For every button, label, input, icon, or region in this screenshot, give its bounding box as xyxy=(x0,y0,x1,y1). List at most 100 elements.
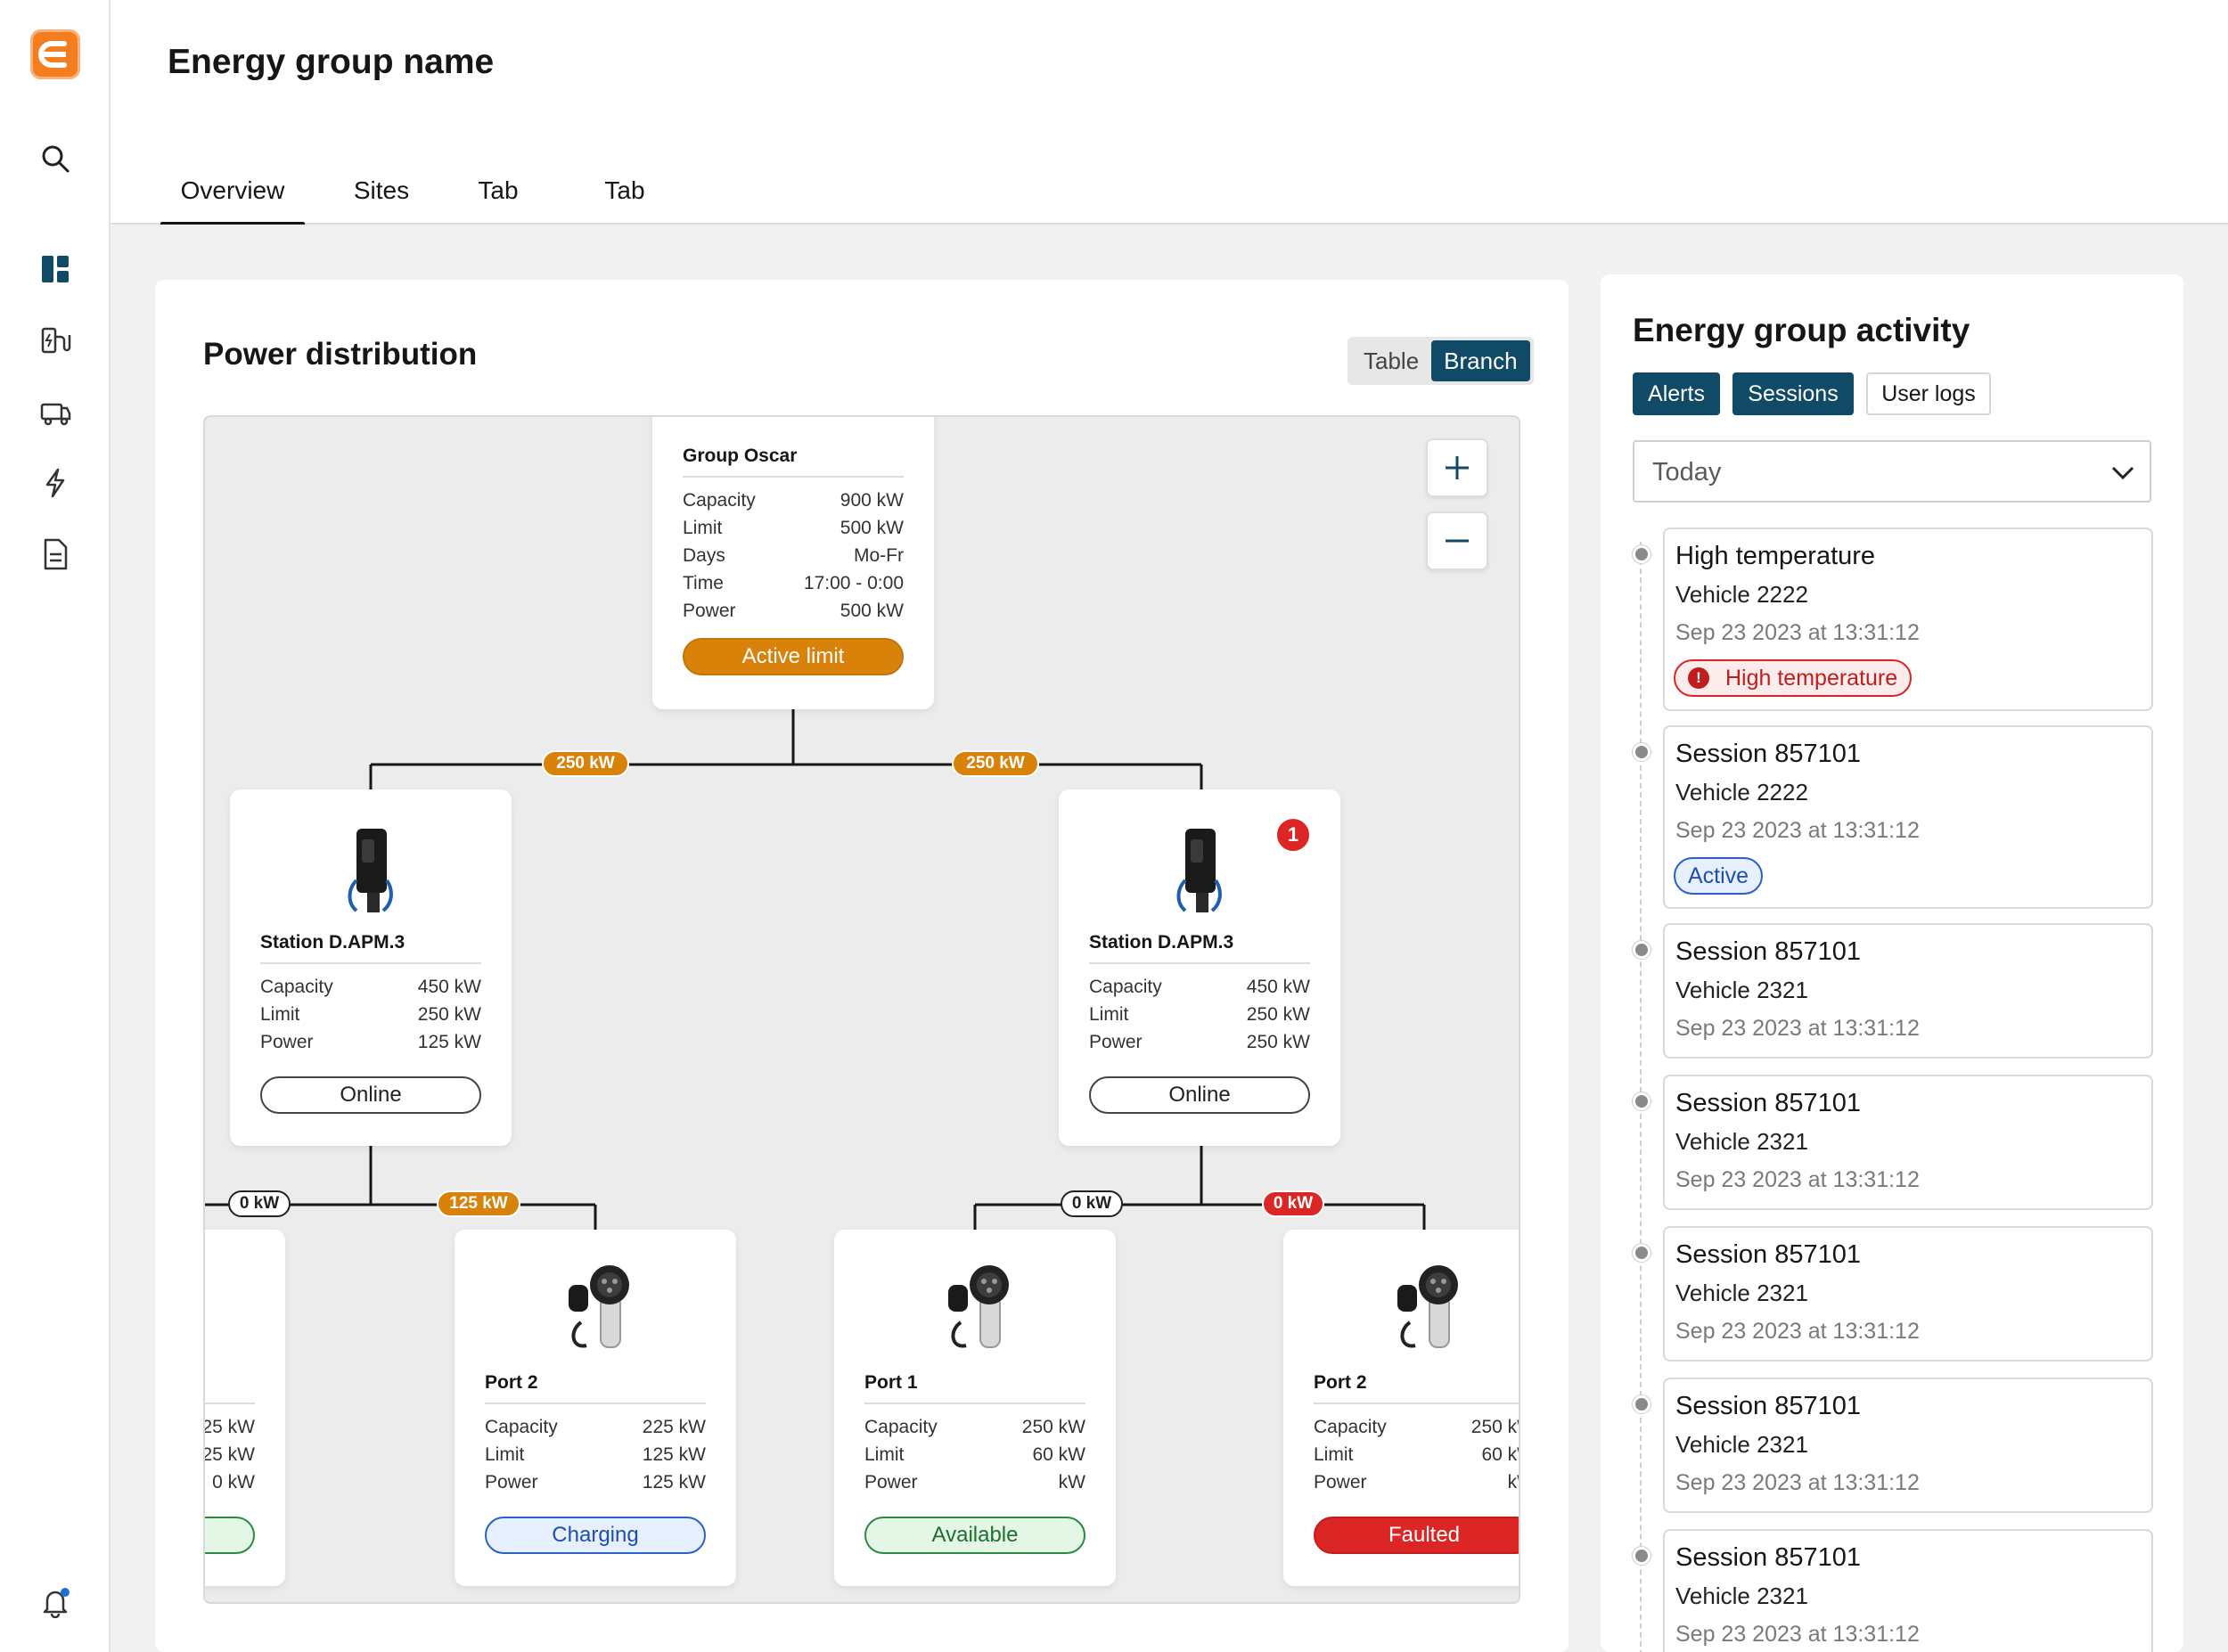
filter-sessions[interactable]: Sessions xyxy=(1732,372,1854,415)
tab-bar: Overview Sites Tab Tab xyxy=(160,157,674,226)
connector-plug-icon xyxy=(948,1265,1009,1348)
station-row-limit: Limit 250 kW xyxy=(260,1004,481,1025)
group-node[interactable]: Group Oscar Capacity 900 kW Limit 500 kW D… xyxy=(652,417,934,709)
charger-icon[interactable] xyxy=(36,321,75,360)
activity-item[interactable]: Session 857101 Vehicle 2321 Sep 23 2023 … xyxy=(1663,1226,2153,1362)
activity-item-title: Session 857101 xyxy=(1675,1392,1861,1420)
activity-item-vehicle: Vehicle 2321 xyxy=(1675,1280,1808,1306)
activity-item-title: Session 857101 xyxy=(1675,937,1861,966)
station-name: Station D.APM.3 xyxy=(260,932,405,953)
port-branch-badge: 125 kW xyxy=(437,1190,520,1217)
divider xyxy=(485,1403,706,1404)
timeline-dot xyxy=(1633,545,1651,563)
group-row-time: Time 17:00 - 0:00 xyxy=(683,573,904,593)
activity-item-time: Sep 23 2023 at 13:31:12 xyxy=(1675,1319,1920,1344)
connector-plug-icon xyxy=(569,1265,629,1348)
document-icon[interactable] xyxy=(36,535,75,574)
station-row-limit: Limit 250 kW xyxy=(1089,1004,1310,1025)
period-select[interactable]: Today xyxy=(1633,440,2151,503)
port-row: 25 kW xyxy=(203,1444,255,1465)
branch-canvas[interactable]: Group Oscar Capacity 900 kW Limit 500 kW D… xyxy=(203,415,1520,1604)
zoom-out-button[interactable] xyxy=(1426,511,1488,570)
port-node[interactable]: Port 2 Capacity250 kW Limit60 kW PowerkW… xyxy=(1283,1230,1519,1586)
charging-station-icon xyxy=(348,829,393,912)
port-status: Charging xyxy=(485,1517,706,1554)
station-status: Online xyxy=(260,1076,481,1114)
group-row-limit: Limit 500 kW xyxy=(683,518,904,538)
activity-item[interactable]: Session 857101 Vehicle 2222 Sep 23 2023 … xyxy=(1663,725,2153,909)
panel-title: Power distribution xyxy=(203,337,478,372)
tab-third[interactable]: Tab xyxy=(449,157,547,225)
port-branch-badge: 0 kW xyxy=(228,1190,291,1217)
notification-bell-icon[interactable] xyxy=(36,1582,75,1622)
activity-item-vehicle: Vehicle 2321 xyxy=(1675,1128,1808,1155)
search-icon[interactable] xyxy=(36,139,75,178)
activity-item[interactable]: Session 857101 Vehicle 2321 Sep 23 2023 … xyxy=(1663,923,2153,1059)
view-table-button[interactable]: Table xyxy=(1351,340,1431,381)
tab-fourth[interactable]: Tab xyxy=(576,157,674,225)
energy-icon[interactable] xyxy=(36,463,75,503)
port-node[interactable]: 25 kW 25 kW 0 kW xyxy=(203,1230,285,1586)
active-tag: Active xyxy=(1674,857,1764,895)
branch-right-power-badge: 250 kW xyxy=(952,750,1039,777)
activity-item[interactable]: Session 857101 Vehicle 2321 Sep 23 2023 … xyxy=(1663,1075,2153,1210)
divider xyxy=(1314,1403,1519,1404)
port-row-power: PowerkW xyxy=(1314,1472,1519,1493)
activity-item[interactable]: Session 857101 Vehicle 2321 Sep 23 2023 … xyxy=(1663,1378,2153,1513)
group-row-days: Days Mo-Fr xyxy=(683,545,904,566)
timeline-dot xyxy=(1633,1244,1651,1262)
port-status: Faulted xyxy=(1314,1517,1519,1554)
activity-item-time: Sep 23 2023 at 13:31:12 xyxy=(1675,1167,1920,1192)
activity-item-vehicle: Vehicle 2321 xyxy=(1675,977,1808,1003)
branch-left-power-badge: 250 kW xyxy=(542,750,629,777)
port-row-power: PowerkW xyxy=(864,1472,1085,1493)
active-limit-status: Active limit xyxy=(683,638,904,675)
station-status: Online xyxy=(1089,1076,1310,1114)
activity-item-title: Session 857101 xyxy=(1675,1089,1861,1117)
activity-item[interactable]: High temperature Vehicle 2222 Sep 23 202… xyxy=(1663,527,2153,711)
activity-item-vehicle: Vehicle 2321 xyxy=(1675,1431,1808,1458)
group-row-capacity: Capacity 900 kW xyxy=(683,490,904,511)
activity-item-title: Session 857101 xyxy=(1675,1240,1861,1269)
station-alert-count-badge[interactable]: 1 xyxy=(1274,816,1312,854)
zoom-in-button[interactable] xyxy=(1426,438,1488,497)
logo-icon[interactable] xyxy=(30,29,80,79)
group-row-power: Power 500 kW xyxy=(683,601,904,621)
activity-item[interactable]: Session 857101 Vehicle 2321 Sep 23 2023 … xyxy=(1663,1529,2153,1652)
activity-item-vehicle: Vehicle 2321 xyxy=(1675,1582,1808,1609)
port-node[interactable]: Port 2 Capacity 225 kW Limit 125 kW Power 1… xyxy=(455,1230,736,1586)
port-row-capacity: Capacity250 kW xyxy=(864,1417,1085,1437)
dashboard-icon[interactable] xyxy=(36,249,75,289)
activity-item-title: Session 857101 xyxy=(1675,740,1861,768)
filter-user-logs[interactable]: User logs xyxy=(1866,372,1991,415)
port-name: Port 1 xyxy=(864,1372,918,1393)
port-row-power: Power 125 kW xyxy=(485,1472,706,1493)
high-temperature-tag: ! High temperature xyxy=(1674,659,1913,697)
group-name: Group Oscar xyxy=(683,446,798,466)
station-node-right[interactable]: 1 Station D.APM.3 Capacity 450 kW Limit 25… xyxy=(1059,789,1340,1146)
divider xyxy=(864,1403,1085,1404)
station-row-capacity: Capacity 450 kW xyxy=(260,977,481,997)
tab-sites[interactable]: Sites xyxy=(324,157,438,225)
activity-item-title: Session 857101 xyxy=(1675,1543,1861,1572)
station-row-power: Power 250 kW xyxy=(1089,1032,1310,1052)
divider xyxy=(683,476,904,478)
port-node[interactable]: Port 1 Capacity 250 kW Limit 60 kW Power kW… xyxy=(834,1230,1116,1586)
page-title: Energy group name xyxy=(168,43,495,81)
port-status xyxy=(205,1517,255,1554)
port-row: 0 kW xyxy=(212,1472,255,1493)
timeline-dot xyxy=(1633,1395,1651,1413)
filter-alerts[interactable]: Alerts xyxy=(1633,372,1720,415)
tab-overview[interactable]: Overview xyxy=(160,157,305,226)
activity-item-vehicle: Vehicle 2222 xyxy=(1675,779,1808,806)
view-branch-button[interactable]: Branch xyxy=(1431,340,1530,381)
station-row-capacity: Capacity 450 kW xyxy=(1089,977,1310,997)
activity-item-time: Sep 23 2023 at 13:31:12 xyxy=(1675,1016,1920,1041)
station-node-left[interactable]: Station D.APM.3 Capacity 450 kW Limit 250 … xyxy=(230,789,512,1146)
connector-plug-icon xyxy=(1397,1265,1458,1348)
port-name: Port 2 xyxy=(485,1372,538,1393)
charging-station-icon xyxy=(1176,829,1222,912)
activity-title: Energy group activity xyxy=(1633,312,1970,348)
fleet-icon[interactable] xyxy=(36,394,75,433)
timeline-dot xyxy=(1633,1547,1651,1565)
